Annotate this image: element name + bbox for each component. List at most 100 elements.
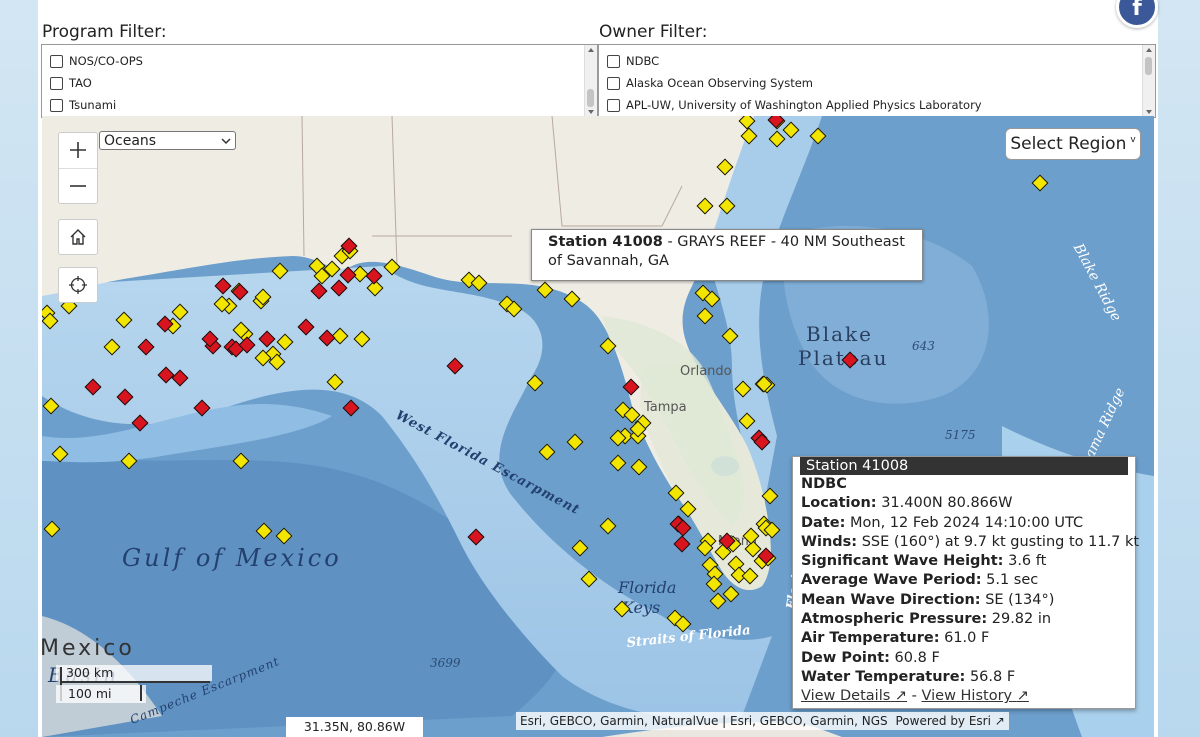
depth-label: 3699 <box>430 656 461 670</box>
popup-row-value: 3.6 ft <box>1008 553 1047 570</box>
program-filter-label: Program Filter: <box>42 22 167 42</box>
popup-row: Atmospheric Pressure: 29.82 in <box>801 610 1127 629</box>
external-link-icon: ↗ <box>894 688 908 705</box>
popup-row: Mean Wave Direction: SE (134°) <box>801 591 1127 610</box>
popup-row-label: Atmospheric Pressure: <box>801 611 988 628</box>
popup-row-value: 56.8 F <box>969 668 1016 685</box>
checkbox[interactable] <box>50 98 63 112</box>
view-details-link[interactable]: View Details ↗ <box>801 688 907 704</box>
attribution-text: Esri, GEBCO, Garmin, NaturalVue | Esri, … <box>520 714 888 728</box>
popup-row: Air Temperature: 61.0 F <box>801 629 1127 648</box>
owner-filter-item[interactable]: APL-UW, University of Washington Applied… <box>599 94 1155 116</box>
station-tooltip: Station 41008 - GRAYS REEF - 40 NM South… <box>531 229 923 281</box>
scale-line <box>60 681 210 683</box>
view-history-link[interactable]: View History ↗ <box>922 688 1029 704</box>
mexico-label: Mexico <box>42 636 135 661</box>
map-view[interactable]: Gulf of Mexico Mexico Basin West Florida… <box>42 116 1154 737</box>
popup-row-label: Date: <box>801 514 846 531</box>
checkbox[interactable] <box>607 98 620 112</box>
checkbox[interactable] <box>50 76 63 90</box>
chevron-down-icon <box>221 137 231 144</box>
popup-row: Significant Wave Height: 3.6 ft <box>801 552 1127 571</box>
popup-row: Average Wave Period: 5.1 sec <box>801 571 1127 590</box>
popup-title: Station 41008 <box>800 457 1128 475</box>
home-icon[interactable] <box>58 219 98 255</box>
popup-row-value: 31.400N 80.866W <box>881 495 1013 512</box>
popup-row: Date: Mon, 12 Feb 2024 14:10:00 UTC <box>801 514 1127 533</box>
scroll-down-icon[interactable] <box>1146 110 1152 114</box>
depth-label: 5175 <box>945 428 976 442</box>
popup-row-value: 29.82 in <box>991 611 1052 628</box>
popup-row-value: Mon, 12 Feb 2024 14:10:00 UTC <box>850 514 1084 531</box>
powered-by-esri-link[interactable]: Powered by Esri <box>895 714 990 728</box>
scroll-down-icon[interactable] <box>588 110 594 114</box>
popup-row-value: 5.1 sec <box>986 572 1039 589</box>
external-link-icon: ↗ <box>1016 688 1029 705</box>
checkbox[interactable] <box>607 54 620 68</box>
scale-tick <box>140 685 142 701</box>
popup-row: Dew Point: 60.8 F <box>801 649 1127 668</box>
owner-filter-scrollbar[interactable] <box>1142 45 1155 117</box>
scale-km-label: 300 km <box>66 665 114 680</box>
program-filter-scrollbar[interactable] <box>584 45 597 117</box>
popup-row-label: Dew Point: <box>801 649 890 666</box>
program-filter-item[interactable]: Tsunami <box>42 94 597 116</box>
gulf-of-mexico-label: Gulf of Mexico <box>122 544 342 572</box>
checkbox[interactable] <box>607 76 620 90</box>
popup-row-value: SE (134°) <box>985 591 1055 608</box>
popup-row: Location: 31.400N 80.866W <box>801 494 1127 513</box>
popup-row-value: 61.0 F <box>944 630 990 647</box>
popup-row-value: SSE (160°) at 9.7 kt gusting to 11.7 kt <box>861 533 1140 550</box>
owner-filter-list[interactable]: NDBC Alaska Ocean Observing System APL-U… <box>598 44 1156 118</box>
zoom-in-icon[interactable] <box>59 133 97 169</box>
tooltip-station-id: Station 41008 <box>548 234 663 250</box>
popup-owner: NDBC <box>801 476 847 492</box>
popup-row: Water Temperature: 56.8 F <box>801 668 1127 687</box>
owner-filter-item[interactable]: Alaska Ocean Observing System <box>599 72 1155 94</box>
select-region-label: Select Region <box>1010 134 1127 154</box>
orlando-label: Orlando <box>680 364 732 379</box>
popup-row-label: Location: <box>801 495 877 512</box>
program-filter-item[interactable]: TAO <box>42 72 597 94</box>
zoom-control <box>58 132 98 204</box>
popup-row-label: Mean Wave Direction: <box>801 591 981 608</box>
zoom-out-icon[interactable] <box>59 169 97 204</box>
filter-item-label: NDBC <box>626 54 660 68</box>
popup-links: View Details ↗ - View History ↗ <box>801 687 1127 706</box>
filter-item-label: TAO <box>69 76 92 90</box>
filter-item-label: APL-UW, University of Washington Applied… <box>626 98 982 112</box>
owner-filter-label: Owner Filter: <box>599 22 708 42</box>
popup-row-label: Water Temperature: <box>801 668 966 685</box>
tampa-label: Tampa <box>644 400 687 415</box>
popup-row-label: Average Wave Period: <box>801 572 982 589</box>
popup-rows: Location: 31.400N 80.866W Date: Mon, 12 F… <box>801 494 1139 687</box>
coordinate-readout: 31.35N, 80.86W <box>286 717 423 737</box>
popup-row: Winds: SSE (160°) at 9.7 kt gusting to 1… <box>801 533 1139 552</box>
depth-label: 643 <box>912 339 935 353</box>
filter-item-label: NOS/CO-OPS <box>69 54 143 68</box>
basemap-select[interactable]: Oceans <box>99 131 236 150</box>
popup-row-label: Air Temperature: <box>801 630 940 647</box>
scroll-thumb[interactable] <box>587 89 594 107</box>
owner-filter-item[interactable]: NDBC <box>599 50 1155 72</box>
select-region-button[interactable]: Select Region v <box>1005 128 1141 160</box>
scroll-thumb[interactable] <box>1145 57 1152 75</box>
station-popup: Station 41008 NDBC Location: 31.400N 80.… <box>792 456 1139 709</box>
scroll-up-icon[interactable] <box>588 48 594 52</box>
filter-item-label: Tsunami <box>69 98 117 112</box>
basemap-select-value: Oceans <box>104 132 157 149</box>
scale-bar: 300 km 100 mi <box>56 663 216 707</box>
popup-row-label: Significant Wave Height: <box>801 553 1004 570</box>
scale-mi-label: 100 mi <box>68 686 112 701</box>
map-attribution: Esri, GEBCO, Garmin, NaturalVue | Esri, … <box>516 712 1009 730</box>
chevron-down-icon: v <box>1130 135 1136 145</box>
checkbox[interactable] <box>50 54 63 68</box>
external-link-icon: ↗ <box>994 714 1005 728</box>
popup-row-label: Winds: <box>801 533 858 550</box>
program-filter-item[interactable]: NOS/CO-OPS <box>42 50 597 72</box>
scroll-up-icon[interactable] <box>1146 48 1152 52</box>
popup-row-value: 60.8 F <box>894 649 940 666</box>
blake-plateau-label-1: Blake <box>806 322 873 346</box>
program-filter-list[interactable]: NOS/CO-OPS TAO Tsunami <box>41 44 598 118</box>
locate-icon[interactable] <box>58 267 98 303</box>
